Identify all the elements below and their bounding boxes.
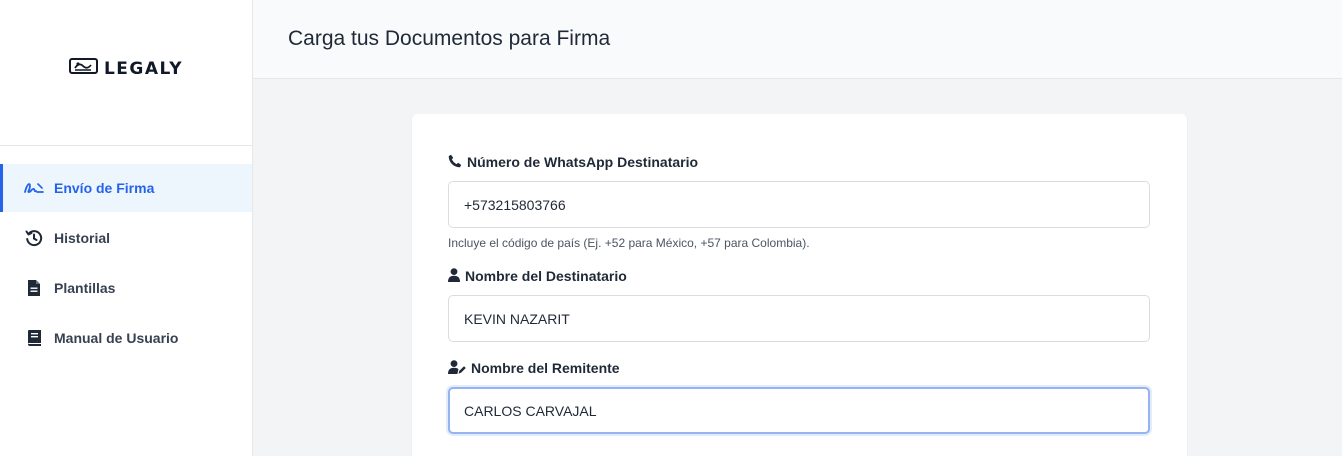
sidebar-item-label: Manual de Usuario (54, 330, 179, 346)
file-icon (24, 279, 44, 297)
recipient-name-input[interactable] (448, 295, 1150, 342)
whatsapp-number-input[interactable] (448, 181, 1150, 228)
brand-name: LEGALY (103, 58, 184, 79)
recipient-label-text: Nombre del Destinatario (465, 268, 627, 284)
sidebar-item-label: Historial (54, 230, 111, 246)
history-icon (24, 229, 44, 247)
whatsapp-field-group: Número de WhatsApp Destinatario Incluye … (448, 152, 1151, 250)
logo-area: LEGALY (0, 0, 252, 146)
sender-label-text: Nombre del Remitente (471, 360, 620, 376)
upload-form-card: Número de WhatsApp Destinatario Incluye … (412, 114, 1187, 456)
sidebar-item-label: Envío de Firma (54, 180, 155, 196)
page-title: Carga tus Documentos para Firma (288, 27, 611, 50)
main-content: Carga tus Documentos para Firma Número d… (253, 0, 1342, 456)
sidebar-item-label: Plantillas (54, 280, 116, 296)
recipient-field-group: Nombre del Destinatario (448, 266, 1151, 342)
sidebar-nav: Envío de Firma Historial Plantillas Manu… (0, 146, 252, 362)
sender-name-input[interactable] (448, 387, 1150, 434)
recipient-label: Nombre del Destinatario (448, 266, 1151, 286)
whatsapp-label: Número de WhatsApp Destinatario (448, 152, 1151, 172)
whatsapp-label-text: Número de WhatsApp Destinatario (467, 154, 699, 170)
sidebar-item-historial[interactable]: Historial (0, 214, 252, 262)
signature-icon (24, 179, 44, 197)
user-icon (448, 267, 460, 285)
topbar: Carga tus Documentos para Firma (253, 0, 1342, 79)
brand-logo[interactable]: LEGALY (68, 57, 184, 80)
sidebar-item-plantillas[interactable]: Plantillas (0, 264, 252, 312)
book-icon (24, 329, 44, 347)
app: LEGALY Envío de Firma Historial Plantill… (0, 0, 1342, 456)
user-pen-icon (448, 359, 466, 377)
whatsapp-help-text: Incluye el código de país (Ej. +52 para … (448, 236, 810, 250)
sidebar-item-envio-de-firma[interactable]: Envío de Firma (0, 164, 252, 212)
sidebar: LEGALY Envío de Firma Historial Plantill… (0, 0, 253, 456)
legaly-logo-icon (68, 57, 98, 80)
sender-label: Nombre del Remitente (448, 358, 1151, 378)
sender-field-group: Nombre del Remitente (448, 358, 1151, 434)
phone-icon (448, 154, 462, 171)
sidebar-item-manual-de-usuario[interactable]: Manual de Usuario (0, 314, 252, 362)
